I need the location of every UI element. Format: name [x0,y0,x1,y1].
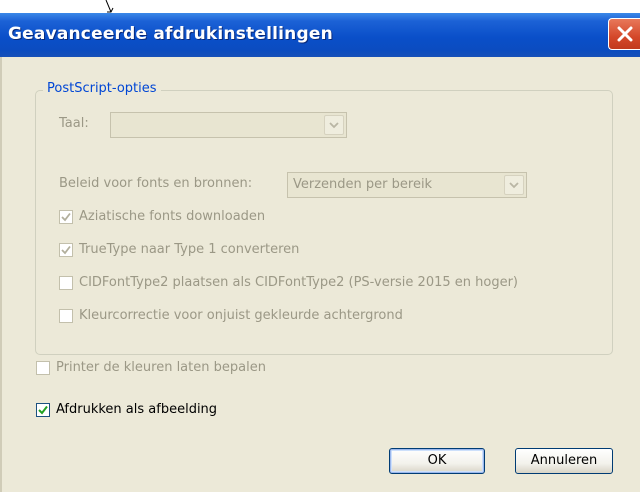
checkmark-icon [38,405,48,415]
truetype-convert-checkbox[interactable] [59,243,73,257]
cancel-button[interactable]: Annuleren [515,448,613,474]
color-correction-label: Kleurcorrectie voor onjuist gekleurde ac… [79,308,403,323]
language-label: Taal: [59,116,89,131]
font-policy-dropdown-button[interactable] [504,175,524,195]
checkmark-icon [61,212,71,222]
cidfonttype2-label: CIDFontType2 plaatsen als CIDFontType2 (… [79,275,518,290]
chevron-down-icon [329,122,339,129]
window-border [0,57,2,492]
title-bar[interactable]: Geavanceerde afdrukinstellingen [0,13,640,57]
close-button[interactable] [608,18,640,50]
cursor-arrow-icon [105,0,114,13]
language-dropdown-button[interactable] [324,115,344,135]
chevron-down-icon [509,182,519,189]
font-policy-value: Verzenden per bereik [293,177,433,192]
close-icon [617,26,633,42]
checkmark-icon [61,245,71,255]
color-correction-checkbox[interactable] [59,309,73,323]
dialog-body: PostScript-opties Taal: Beleid voor font… [0,57,640,492]
font-policy-select[interactable]: Verzenden per bereik [287,172,527,198]
print-as-image-label: Afdrukken als afbeelding [56,402,218,417]
language-select[interactable] [110,112,347,138]
dialog-title: Geavanceerde afdrukinstellingen [8,24,333,44]
truetype-convert-label: TrueType naar Type 1 converteren [79,242,300,257]
font-policy-label: Beleid voor fonts en bronnen: [59,176,253,191]
advanced-print-settings-dialog: Geavanceerde afdrukinstellingen PostScri… [0,13,640,492]
cidfonttype2-checkbox[interactable] [59,276,73,290]
asian-fonts-checkbox[interactable] [59,210,73,224]
printer-colors-label: Printer de kleuren laten bepalen [56,360,266,375]
print-as-image-checkbox[interactable] [36,403,50,417]
group-legend: PostScript-opties [43,81,161,96]
ok-button[interactable]: OK [389,448,485,474]
printer-colors-checkbox[interactable] [36,361,50,375]
asian-fonts-label: Aziatische fonts downloaden [79,209,266,224]
